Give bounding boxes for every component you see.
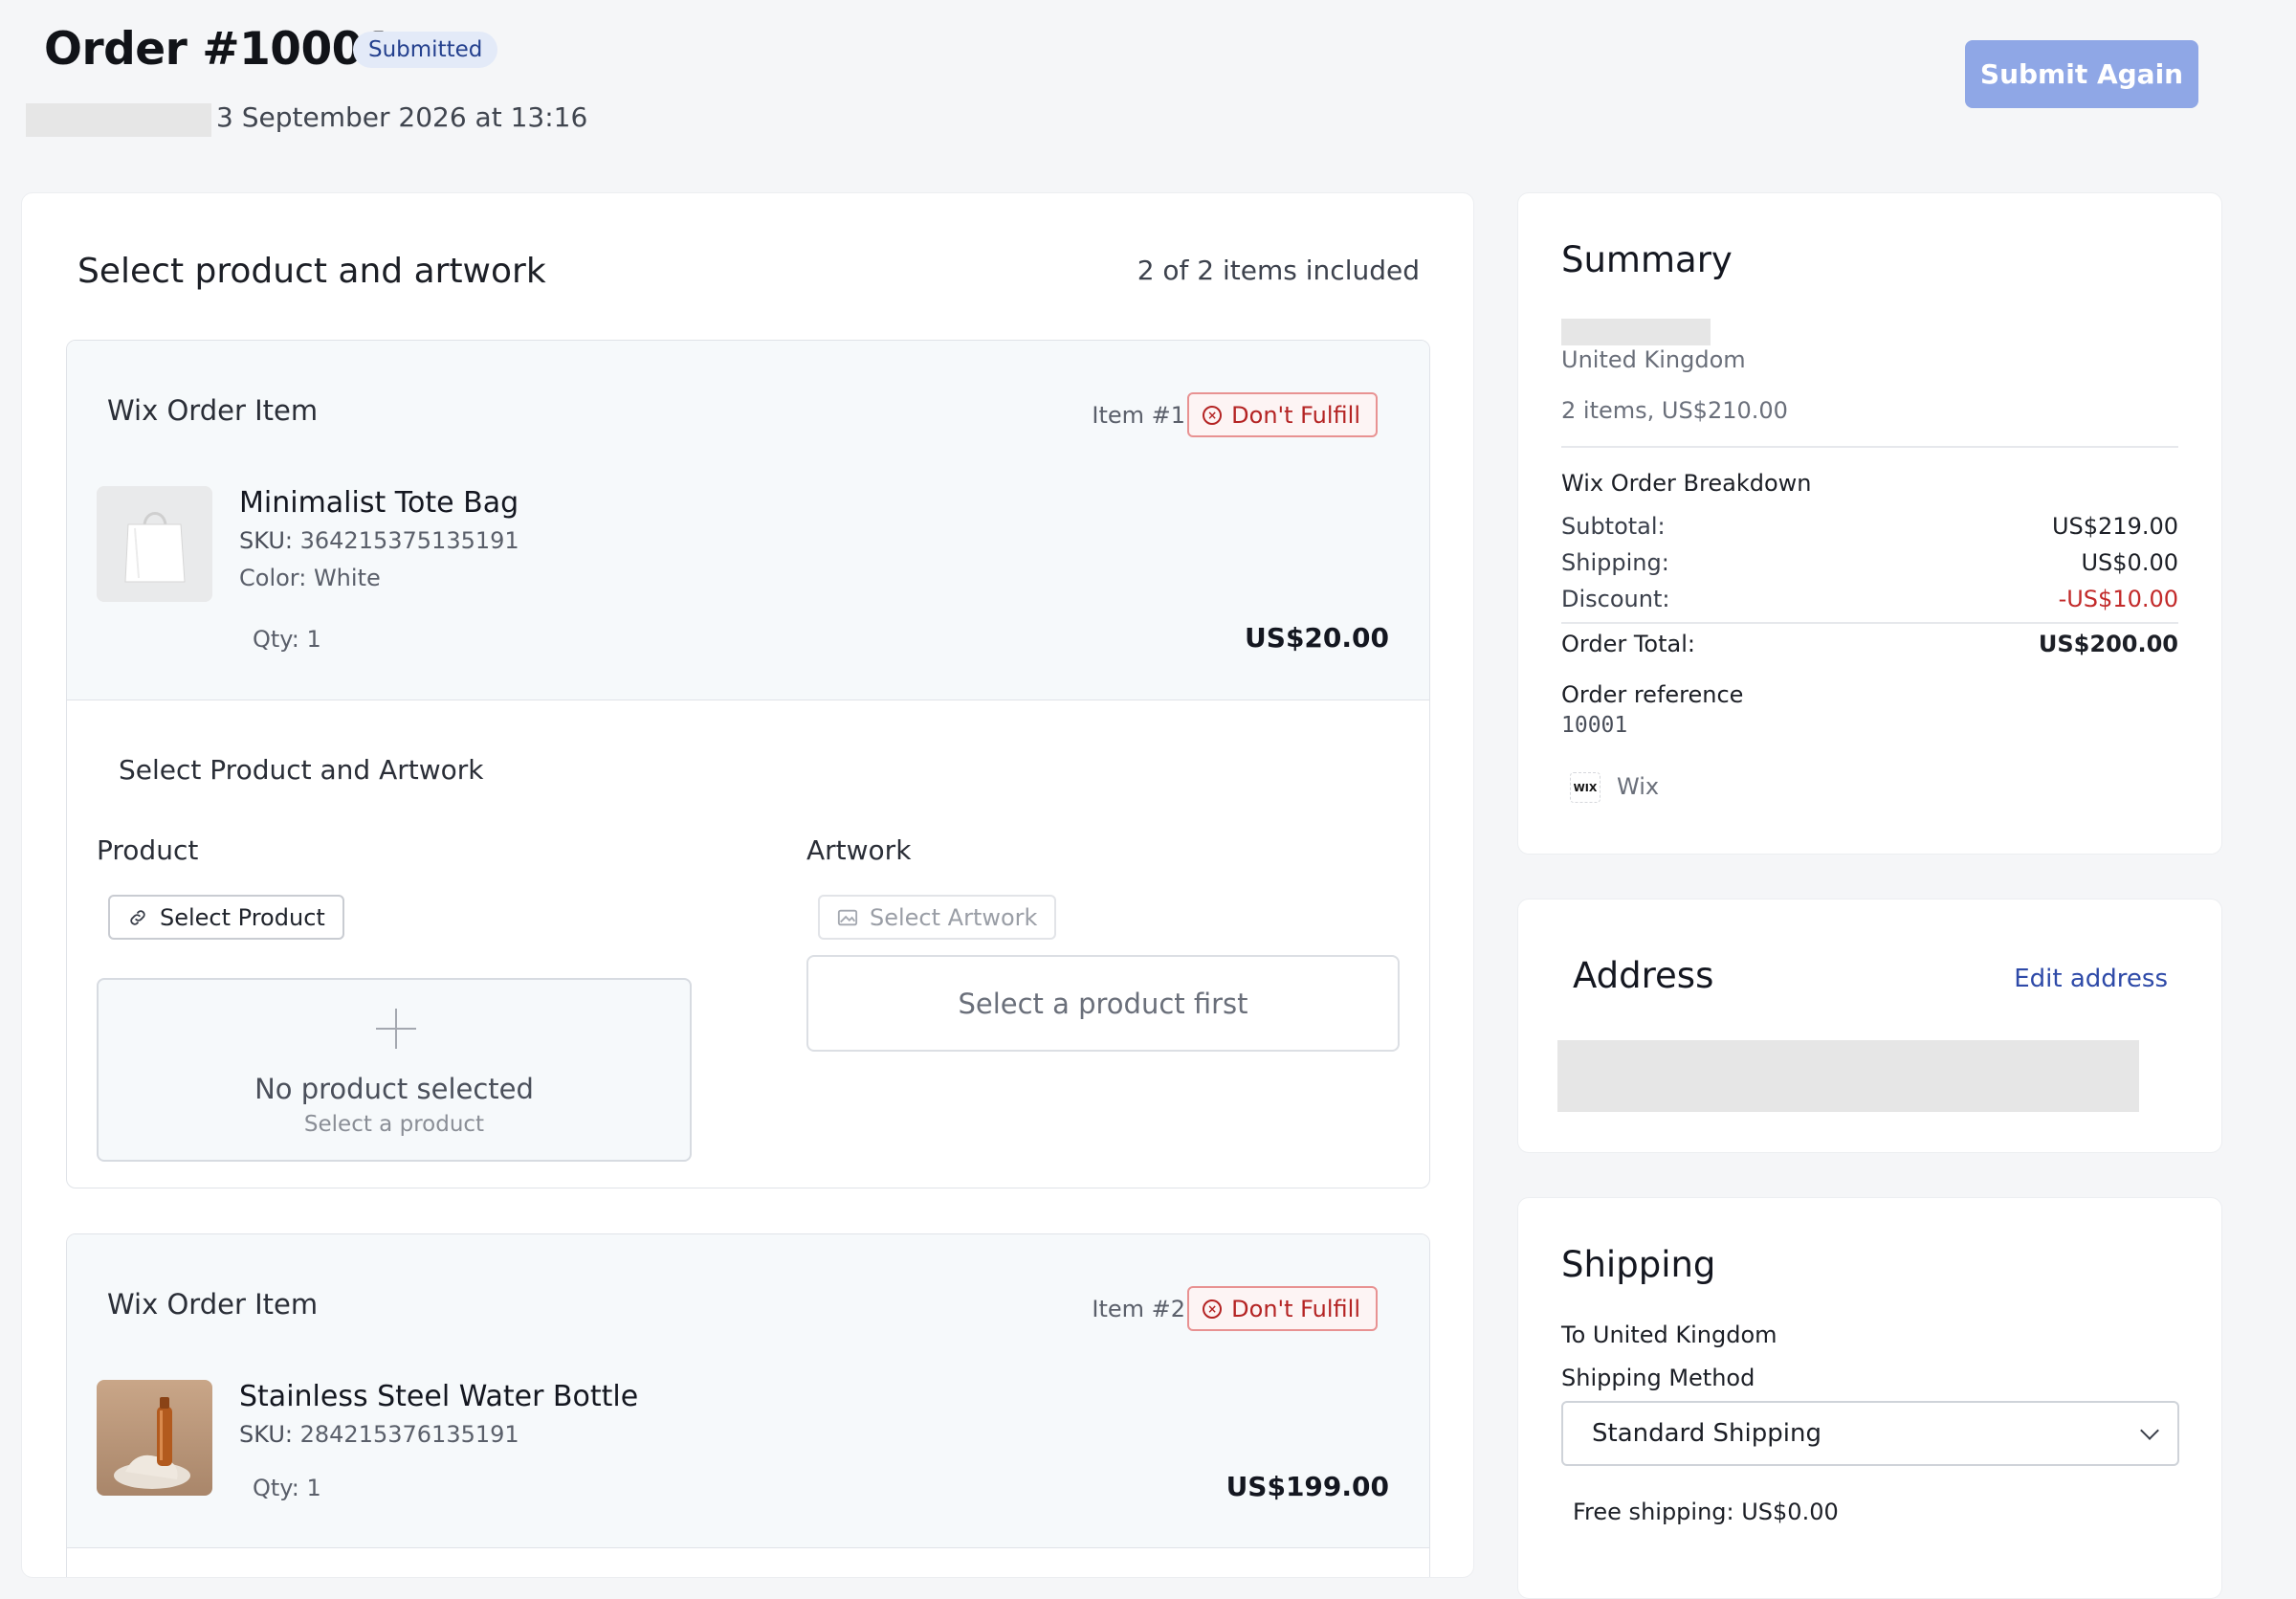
- item-kind: Wix Order Item: [107, 394, 319, 427]
- empty-subtitle: Select a product: [303, 1112, 485, 1137]
- item-kind: Wix Order Item: [107, 1288, 319, 1321]
- product-label: Product: [97, 834, 199, 866]
- select-artwork-button[interactable]: Select Artwork: [818, 895, 1057, 940]
- product-price: US$20.00: [1245, 622, 1389, 654]
- product-sku: SKU: 364215375135191: [239, 527, 519, 554]
- product-name: Minimalist Tote Bag: [239, 486, 519, 520]
- product-empty-state[interactable]: No product selected Select a product: [97, 978, 692, 1162]
- redacted-block: [1557, 1040, 2139, 1112]
- product-sku: SKU: 284215376135191: [239, 1421, 519, 1448]
- address-card: Address Edit address: [1517, 899, 2222, 1153]
- order-item-header: Wix Order Item Item #1 × Don't Fulfill M…: [67, 341, 1429, 700]
- subtotal-value: US$219.00: [2051, 513, 2178, 540]
- summary-title: Summary: [1561, 239, 1733, 280]
- address-title: Address: [1573, 955, 1714, 996]
- shipping-method-value: Standard Shipping: [1592, 1419, 1821, 1448]
- discount-label: Discount:: [1561, 586, 1670, 612]
- order-date: 3 September 2026 at 13:16: [216, 101, 588, 133]
- shipping-method-select[interactable]: Standard Shipping: [1561, 1401, 2179, 1466]
- shipping-value: US$0.00: [2081, 549, 2178, 576]
- dont-fulfill-label: Don't Fulfill: [1231, 401, 1360, 429]
- select-product-button[interactable]: Select Product: [108, 895, 344, 940]
- plus-icon: [376, 1009, 416, 1049]
- dont-fulfill-button[interactable]: × Don't Fulfill: [1187, 392, 1378, 437]
- order-item-card: Wix Order Item Item #2 × Don't Fulfill S…: [66, 1233, 1430, 1577]
- summary-country: United Kingdom: [1561, 346, 1746, 373]
- sku-value: 284215376135191: [299, 1421, 519, 1448]
- summary-card: Summary United Kingdom 2 items, US$210.0…: [1517, 192, 2222, 855]
- dont-fulfill-label: Don't Fulfill: [1231, 1295, 1360, 1322]
- redacted-block: [1561, 319, 1711, 345]
- shipping-title: Shipping: [1561, 1244, 1716, 1285]
- redacted-block: [26, 103, 211, 137]
- discount-value: -US$10.00: [2058, 586, 2178, 612]
- edit-address-link[interactable]: Edit address: [2014, 965, 2168, 993]
- shipping-method-label: Shipping Method: [1561, 1365, 1755, 1391]
- free-shipping-note: Free shipping: US$0.00: [1573, 1499, 1839, 1525]
- select-artwork-label: Select Artwork: [870, 903, 1038, 931]
- product-thumbnail: [97, 1380, 212, 1496]
- wix-logo-text: WIX: [1573, 781, 1598, 794]
- sku-value: 364215375135191: [299, 527, 519, 554]
- order-total-label: Order Total:: [1561, 631, 1695, 657]
- channel-name: Wix: [1617, 773, 1660, 800]
- product-thumbnail: [97, 486, 212, 602]
- x-circle-icon: ×: [1203, 1299, 1223, 1319]
- select-product-artwork-section: Select Product and Artwork Product Artwo…: [67, 700, 1429, 1188]
- select-section-title: Select Product and Artwork: [119, 754, 484, 786]
- link-icon: [130, 909, 145, 925]
- product-qty: Qty: 1: [253, 626, 321, 653]
- submit-again-button[interactable]: Submit Again: [1965, 40, 2198, 108]
- order-total-value: US$200.00: [2038, 631, 2178, 657]
- artwork-placeholder: Select a product first: [806, 955, 1400, 1052]
- chevron-down-icon: [2140, 1421, 2159, 1440]
- artwork-label: Artwork: [806, 834, 912, 866]
- status-badge: Submitted: [353, 32, 498, 68]
- breakdown-title: Wix Order Breakdown: [1561, 470, 1812, 497]
- sku-label: SKU:: [239, 1421, 293, 1448]
- divider: [1561, 622, 2178, 624]
- summary-items-total: 2 items, US$210.00: [1561, 397, 1788, 424]
- wix-logo: WIX: [1570, 772, 1601, 803]
- subtotal-label: Subtotal:: [1561, 513, 1666, 540]
- empty-title: No product selected: [254, 1073, 534, 1105]
- x-circle-icon: ×: [1203, 405, 1223, 425]
- sku-label: SKU:: [239, 527, 293, 554]
- divider: [1561, 446, 2178, 448]
- water-bottle-image: [97, 1380, 212, 1496]
- product-color: Color: White: [239, 565, 381, 591]
- select-product-label: Select Product: [160, 903, 325, 931]
- image-icon: [837, 909, 858, 925]
- item-number: Item #1: [1092, 402, 1185, 429]
- shipping-card: Shipping To United Kingdom Shipping Meth…: [1517, 1197, 2222, 1599]
- shipping-destination: To United Kingdom: [1561, 1321, 1777, 1348]
- shipping-label: Shipping:: [1561, 549, 1669, 576]
- product-name: Stainless Steel Water Bottle: [239, 1380, 639, 1413]
- order-item-card: Wix Order Item Item #1 × Don't Fulfill M…: [66, 340, 1430, 1188]
- product-price: US$199.00: [1225, 1471, 1389, 1502]
- order-item-header: Wix Order Item Item #2 × Don't Fulfill S…: [67, 1234, 1429, 1548]
- dont-fulfill-button[interactable]: × Don't Fulfill: [1187, 1286, 1378, 1331]
- product-qty: Qty: 1: [253, 1475, 321, 1501]
- select-product-artwork-card: Select product and artwork 2 of 2 items …: [21, 192, 1474, 1578]
- order-reference-label: Order reference: [1561, 681, 1744, 708]
- section-heading: Select product and artwork: [77, 252, 546, 291]
- item-number: Item #2: [1092, 1296, 1185, 1322]
- order-title: Order #10001: [44, 23, 394, 76]
- order-reference-value: 10001: [1561, 713, 1628, 738]
- items-count: 2 of 2 items included: [1137, 255, 1420, 286]
- tote-bag-image: [97, 486, 212, 602]
